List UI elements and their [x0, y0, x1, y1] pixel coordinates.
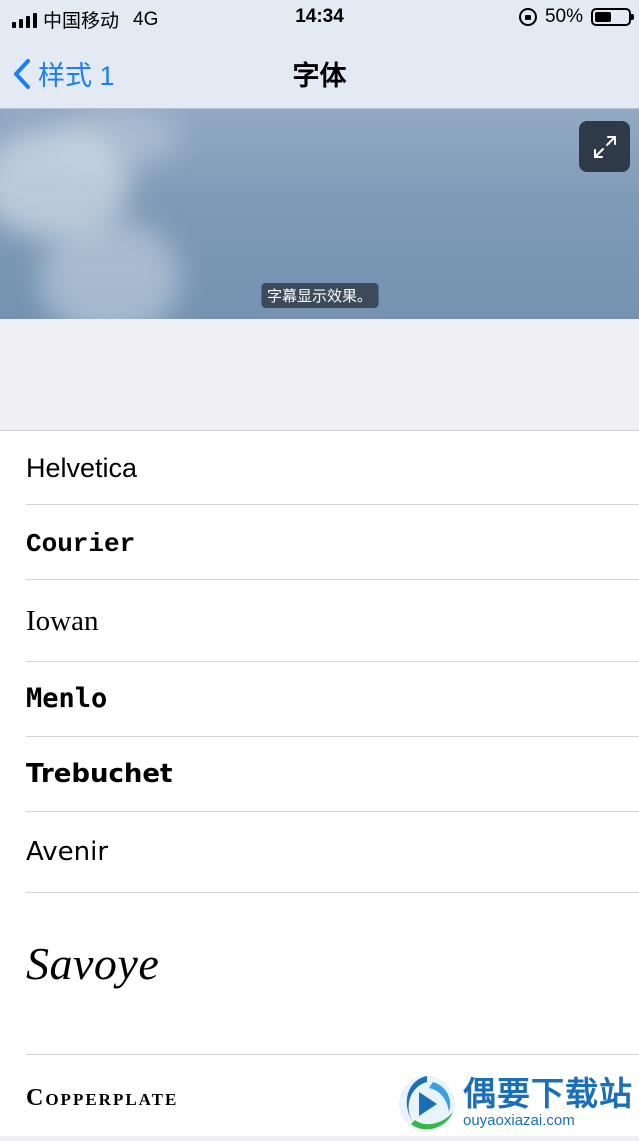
site-logo-icon [393, 1068, 461, 1136]
font-option-courier[interactable]: Courier [0, 505, 639, 580]
subtitle-preview: 字幕显示效果。 [0, 109, 639, 319]
font-label: Savoye [26, 938, 160, 989]
font-list: Helvetica Courier Iowan Menlo Trebuchet … [0, 431, 639, 1136]
chevron-left-icon [14, 58, 30, 89]
back-button-label: 样式 1 [38, 61, 115, 91]
expand-arrows-icon [593, 135, 616, 158]
status-bar: 中国移动 4G 14:34 50% [0, 0, 639, 36]
watermark-title: 偶要下载站 [463, 1074, 633, 1113]
rotation-lock-icon [518, 8, 537, 26]
font-option-trebuchet[interactable]: Trebuchet [0, 737, 639, 812]
battery-icon [591, 8, 634, 26]
font-option-savoye[interactable]: Savoye [0, 893, 639, 1055]
font-label: Copperplate [26, 1085, 179, 1111]
font-option-menlo[interactable]: Menlo [0, 662, 639, 737]
font-option-avenir[interactable]: Avenir [0, 812, 639, 893]
font-label: Menlo [26, 683, 108, 714]
font-label: Courier [26, 529, 136, 559]
status-right: 50% [518, 6, 634, 28]
font-label: Trebuchet [26, 759, 173, 789]
site-watermark: 偶要下载站 ouyaoxiazai.com [393, 1068, 639, 1136]
subtitle-sample: 字幕显示效果。 [260, 283, 379, 308]
font-label: Iowan [26, 605, 99, 637]
font-label: Avenir [26, 837, 109, 867]
watermark-url: ouyaoxiazai.com [463, 1112, 575, 1129]
navigation-bar: 样式 1 字体 [0, 36, 639, 109]
back-button[interactable]: 样式 1 [12, 54, 115, 93]
fullscreen-button[interactable] [579, 121, 630, 172]
font-label: Helvetica [26, 453, 138, 483]
font-option-helvetica[interactable]: Helvetica [0, 431, 639, 505]
font-option-iowan[interactable]: Iowan [0, 580, 639, 662]
section-spacer [0, 319, 639, 431]
battery-percent: 50% [544, 6, 583, 27]
